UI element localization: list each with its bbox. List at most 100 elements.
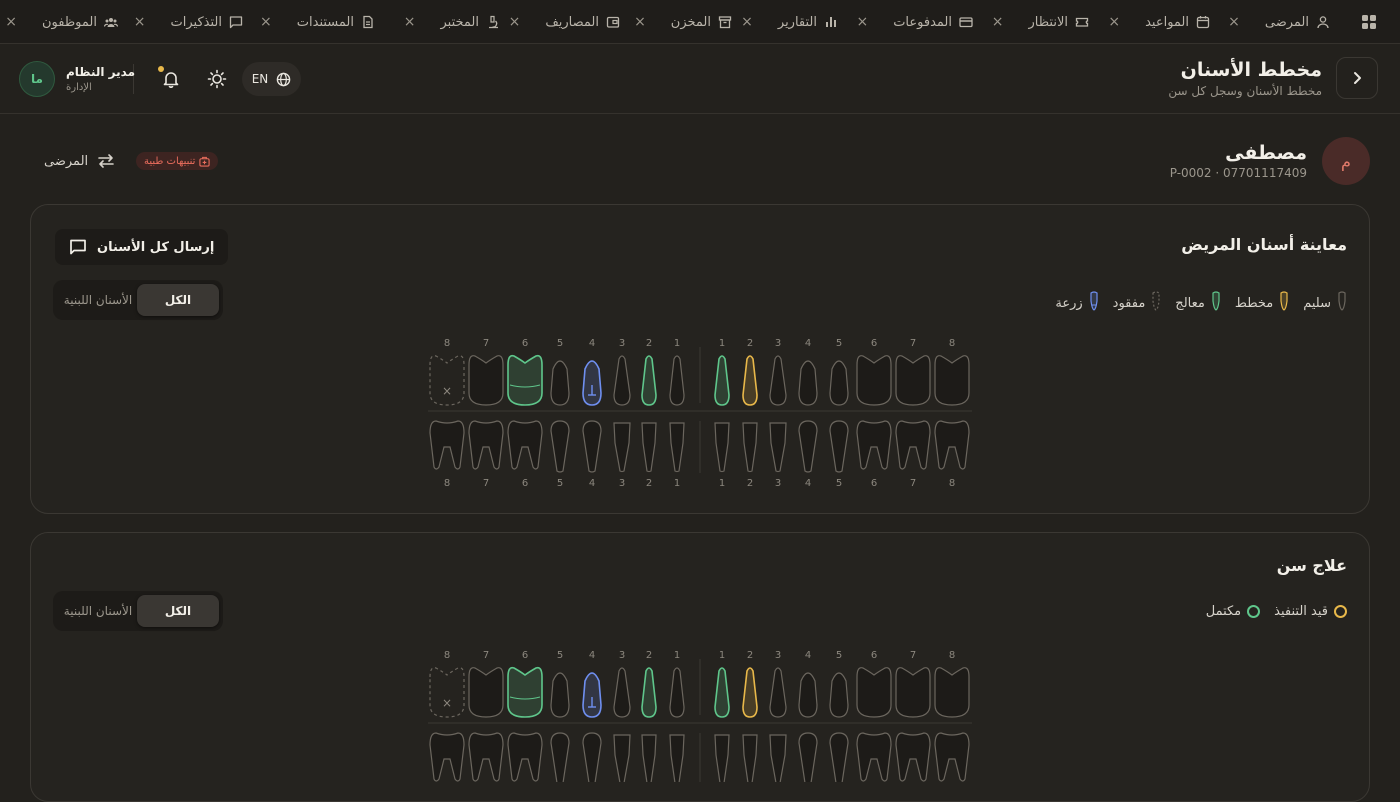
exam-lower-tooth-number: 5 (557, 478, 563, 489)
treatment-upper-tooth-number: 4 (805, 650, 811, 661)
exam-lower-tooth-number: 3 (619, 478, 625, 489)
exam-lower-tooth-healthy[interactable] (856, 420, 892, 470)
treatment-lower-tooth-healthy[interactable] (550, 732, 570, 782)
treatment-upper-tooth-number: 4 (589, 650, 595, 661)
exam-upper-tooth-number: 7 (910, 338, 916, 349)
treatment-lower-tooth-healthy[interactable] (641, 734, 657, 782)
treatment-upper-tooth-treated[interactable] (641, 667, 657, 718)
exam-upper-tooth-healthy[interactable] (769, 355, 787, 406)
treatment-upper-tooth-number: 7 (483, 650, 489, 661)
exam-upper-tooth-missing[interactable]: × (429, 355, 465, 406)
treatment-lower-tooth-healthy[interactable] (468, 732, 504, 782)
treatment-lower-tooth-healthy[interactable] (429, 732, 465, 782)
treatment-lower-tooth-healthy[interactable] (714, 734, 730, 782)
treatment-upper-tooth-missing[interactable]: × (429, 667, 465, 718)
exam-lower-tooth-healthy[interactable] (582, 420, 602, 473)
exam-upper-tooth-healthy[interactable] (895, 355, 931, 406)
treatment-upper-tooth-healthy[interactable] (895, 667, 931, 718)
treatment-lower-tooth-healthy[interactable] (934, 732, 970, 782)
exam-upper-tooth-treated[interactable] (507, 354, 543, 406)
exam-lower-tooth-number: 8 (444, 478, 450, 489)
treatment-upper-tooth-healthy[interactable] (550, 672, 570, 718)
treatment-upper-tooth-number: 8 (444, 650, 450, 661)
missing-x-icon: × (442, 696, 452, 710)
exam-tooth-chart: 8 × 8 7 7 6 6 5 5 4 4 3 3 2 2 1 1 1 1 2 2 3 3 4 4 5 5 6 6 7 7 8 8 (428, 338, 972, 489)
treatment-lower-tooth-healthy[interactable] (582, 732, 602, 782)
exam-lower-tooth-healthy[interactable] (742, 422, 758, 473)
treatment-lower-tooth-healthy[interactable] (829, 732, 849, 782)
exam-lower-tooth-healthy[interactable] (798, 420, 818, 473)
exam-lower-tooth-healthy[interactable] (829, 420, 849, 473)
treatment-upper-tooth-healthy[interactable] (856, 667, 892, 718)
exam-lower-tooth-healthy[interactable] (714, 422, 730, 473)
treatment-lower-tooth-healthy[interactable] (856, 732, 892, 782)
treatment-upper-tooth-healthy[interactable] (468, 667, 504, 718)
exam-upper-tooth-treated[interactable] (641, 355, 657, 406)
exam-lower-tooth-healthy[interactable] (669, 422, 685, 473)
treatment-upper-tooth-number: 5 (557, 650, 563, 661)
treatment-upper-tooth-number: 2 (646, 650, 652, 661)
treatment-lower-tooth-healthy[interactable] (507, 732, 543, 782)
exam-upper-tooth-treated[interactable] (714, 355, 730, 406)
exam-upper-tooth-number: 4 (805, 338, 811, 349)
exam-lower-tooth-healthy[interactable] (769, 422, 787, 473)
treatment-lower-tooth-healthy[interactable] (769, 734, 787, 782)
exam-upper-tooth-healthy[interactable] (829, 360, 849, 406)
treatment-upper-tooth-number: 5 (836, 650, 842, 661)
exam-upper-tooth-implant[interactable] (582, 360, 602, 406)
treatment-lower-tooth-healthy[interactable] (669, 734, 685, 782)
exam-upper-tooth-healthy[interactable] (856, 355, 892, 406)
treatment-upper-tooth-treated[interactable] (507, 666, 543, 718)
exam-lower-tooth-healthy[interactable] (613, 422, 631, 473)
treatment-upper-tooth-number: 7 (910, 650, 916, 661)
exam-lower-tooth-healthy[interactable] (934, 420, 970, 470)
exam-upper-tooth-healthy[interactable] (550, 360, 570, 406)
exam-upper-tooth-number: 3 (619, 338, 625, 349)
treatment-upper-tooth-number: 1 (719, 650, 725, 661)
exam-lower-tooth-healthy[interactable] (507, 420, 543, 470)
exam-upper-tooth-number: 2 (747, 338, 753, 349)
exam-lower-tooth-healthy[interactable] (550, 420, 570, 473)
exam-upper-tooth-healthy[interactable] (934, 355, 970, 406)
treatment-lower-tooth-healthy[interactable] (613, 734, 631, 782)
treatment-upper-tooth-number: 8 (949, 650, 955, 661)
exam-upper-tooth-healthy[interactable] (613, 355, 631, 406)
treatment-upper-tooth-number: 1 (674, 650, 680, 661)
exam-lower-tooth-number: 7 (910, 478, 916, 489)
exam-upper-tooth-number: 5 (557, 338, 563, 349)
treatment-upper-tooth-healthy[interactable] (769, 667, 787, 718)
exam-upper-tooth-number: 6 (522, 338, 528, 349)
treatment-upper-tooth-healthy[interactable] (934, 667, 970, 718)
treatment-upper-tooth-number: 3 (775, 650, 781, 661)
treatment-lower-tooth-healthy[interactable] (742, 734, 758, 782)
treatment-upper-tooth-number: 6 (871, 650, 877, 661)
exam-lower-tooth-number: 6 (871, 478, 877, 489)
treatment-lower-tooth-healthy[interactable] (895, 732, 931, 782)
treatment-upper-tooth-healthy[interactable] (829, 672, 849, 718)
treatment-upper-tooth-planned[interactable] (742, 667, 758, 718)
exam-upper-tooth-number: 1 (719, 338, 725, 349)
treatment-upper-tooth-number: 2 (747, 650, 753, 661)
exam-upper-tooth-healthy[interactable] (669, 355, 685, 406)
exam-upper-tooth-healthy[interactable] (798, 360, 818, 406)
treatment-lower-tooth-healthy[interactable] (798, 732, 818, 782)
exam-lower-tooth-healthy[interactable] (895, 420, 931, 470)
exam-upper-tooth-healthy[interactable] (468, 355, 504, 406)
treatment-upper-tooth-treated[interactable] (714, 667, 730, 718)
exam-upper-tooth-planned[interactable] (742, 355, 758, 406)
exam-upper-tooth-number: 4 (589, 338, 595, 349)
exam-lower-tooth-number: 6 (522, 478, 528, 489)
treatment-upper-tooth-healthy[interactable] (613, 667, 631, 718)
exam-lower-tooth-number: 2 (646, 478, 652, 489)
exam-lower-tooth-healthy[interactable] (641, 422, 657, 473)
exam-lower-tooth-number: 8 (949, 478, 955, 489)
exam-lower-tooth-number: 1 (719, 478, 725, 489)
treatment-upper-tooth-healthy[interactable] (798, 672, 818, 718)
exam-upper-tooth-number: 8 (949, 338, 955, 349)
treatment-upper-tooth-healthy[interactable] (669, 667, 685, 718)
exam-lower-tooth-number: 7 (483, 478, 489, 489)
tooth-charts-layer: 8 × 8 7 7 6 6 5 5 4 4 3 3 2 2 1 1 1 1 2 2 3 3 4 4 5 5 6 6 7 7 8 8 8 × 8 7 7 6 6… (428, 338, 972, 782)
exam-lower-tooth-healthy[interactable] (429, 420, 465, 470)
exam-lower-tooth-healthy[interactable] (468, 420, 504, 470)
treatment-upper-tooth-implant[interactable] (582, 672, 602, 718)
